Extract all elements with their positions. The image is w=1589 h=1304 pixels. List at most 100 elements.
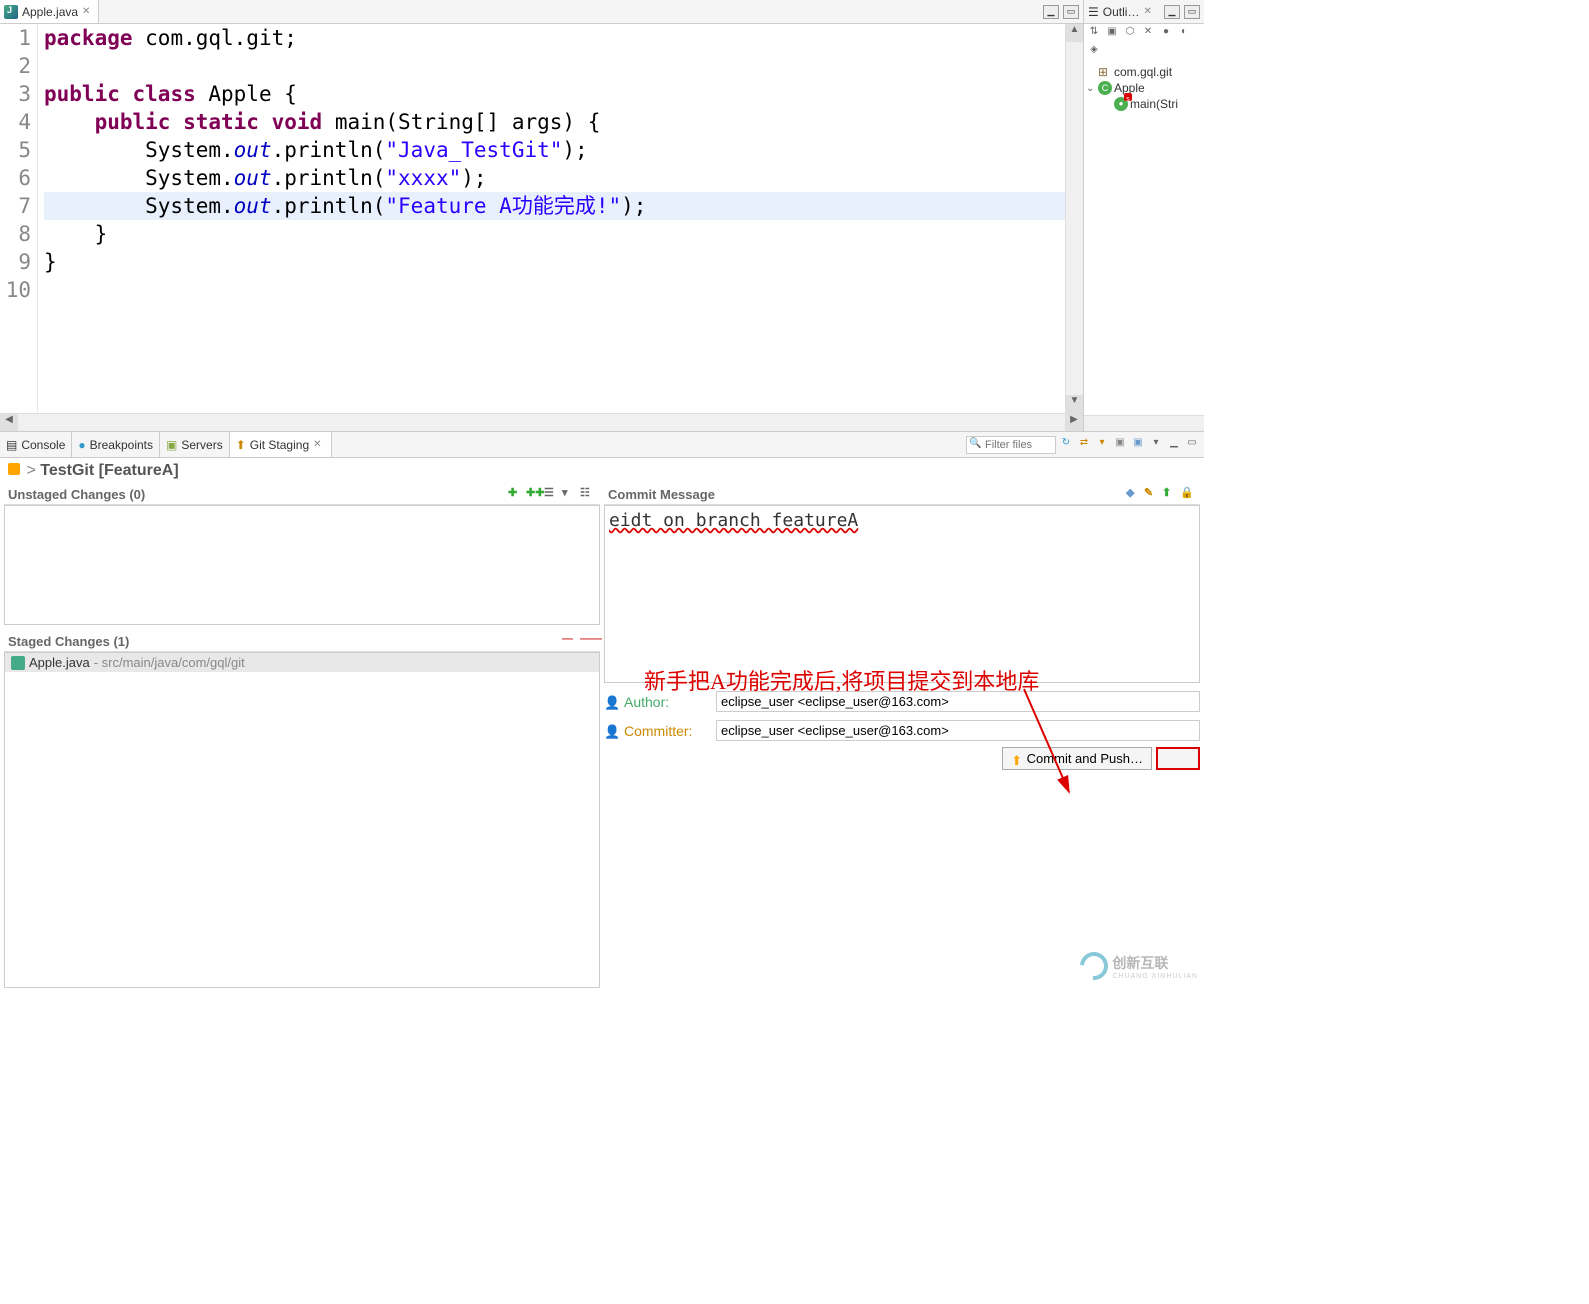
- minimize-icon[interactable]: ▁: [1166, 437, 1182, 453]
- breakpoints-icon: ●: [78, 438, 85, 452]
- outline-class[interactable]: ⌄ C Apple: [1086, 80, 1202, 96]
- minimize-button[interactable]: ▁: [1164, 5, 1180, 19]
- view-mode-icon[interactable]: ▣: [1112, 437, 1128, 453]
- view-mode2-icon[interactable]: ▣: [1130, 437, 1146, 453]
- outline-method[interactable]: ● main(Stri: [1086, 96, 1202, 112]
- chevron-icon: >: [26, 462, 35, 479]
- maximize-button[interactable]: ▭: [1063, 5, 1079, 19]
- signoff-icon[interactable]: ✎: [1144, 486, 1160, 502]
- tab-label: Breakpoints: [90, 438, 153, 452]
- scroll-left-icon[interactable]: ◀: [0, 414, 18, 431]
- line-gutter: 12345678910: [0, 24, 38, 413]
- tab-label: Servers: [181, 438, 222, 452]
- code-area[interactable]: 12345678910 package com.gql.git;public c…: [0, 24, 1083, 413]
- staged-file-row[interactable]: Apple.java - src/main/java/com/gql/git: [5, 653, 599, 672]
- editor-tab-apple[interactable]: Apple.java ✕: [0, 0, 99, 23]
- dropdown-icon[interactable]: ▾: [562, 486, 578, 502]
- author-label: Author:: [624, 694, 710, 710]
- commit-and-push-button[interactable]: ⬆ Commit and Push…: [1002, 747, 1152, 770]
- tab-label: Console: [21, 438, 65, 452]
- filter-icon[interactable]: ▣: [1104, 26, 1120, 42]
- scroll-right-icon[interactable]: ▶: [1065, 414, 1083, 431]
- console-icon: ▤: [6, 438, 17, 452]
- tab-title: Apple.java: [22, 5, 78, 19]
- unstaged-header: Unstaged Changes (0) ✚ ✚✚ ☰ ▾ ☷: [4, 484, 600, 505]
- scroll-up-icon[interactable]: ▲: [1066, 24, 1083, 42]
- vertical-scrollbar[interactable]: ▲ ▼: [1065, 24, 1083, 413]
- repo-name: TestGit: [40, 462, 94, 479]
- tab-breakpoints[interactable]: ● Breakpoints: [72, 432, 160, 457]
- committer-input[interactable]: [716, 720, 1200, 741]
- view-menu-icon[interactable]: ▾: [1148, 437, 1164, 453]
- method-icon: ●: [1114, 97, 1128, 111]
- outline-horizontal-scrollbar[interactable]: [1084, 415, 1204, 431]
- list-mode-icon[interactable]: ☰: [544, 486, 560, 502]
- staged-header: Staged Changes (1) — ——: [4, 631, 600, 652]
- outline-tree: ⊞ com.gql.git ⌄ C Apple ● main(Stri: [1084, 62, 1204, 114]
- scroll-down-icon[interactable]: ▼: [1066, 395, 1083, 413]
- staged-file-name: Apple.java: [29, 655, 90, 670]
- push-icon: ⬆: [1011, 753, 1023, 765]
- horizontal-scrollbar[interactable]: ◀ ▶: [0, 413, 1083, 431]
- outline-package[interactable]: ⊞ com.gql.git: [1086, 64, 1202, 80]
- close-icon[interactable]: ✕: [313, 439, 325, 451]
- commit-button-highlighted[interactable]: [1156, 747, 1200, 770]
- staged-title: Staged Changes (1): [8, 634, 129, 649]
- add-icon[interactable]: ✚: [508, 486, 524, 502]
- close-icon[interactable]: ✕: [1143, 6, 1155, 18]
- author-row: 👤 Author:: [604, 691, 1200, 712]
- lock-icon[interactable]: 🔒: [1180, 486, 1196, 502]
- class-icon: C: [1098, 81, 1112, 95]
- commit-msg-header: Commit Message ◆ ✎ ⬆ 🔒: [604, 484, 1200, 505]
- maximize-button[interactable]: ▭: [1184, 5, 1200, 19]
- author-icon: 👤: [604, 695, 618, 709]
- hide-local-icon[interactable]: ◈: [1086, 44, 1102, 60]
- tree-mode-icon[interactable]: ☷: [580, 486, 596, 502]
- unstaged-title: Unstaged Changes (0): [8, 487, 145, 502]
- editor-tab-bar: Apple.java ✕ ▁ ▭: [0, 0, 1083, 24]
- package-icon: ⊞: [1098, 65, 1112, 79]
- editor-window-controls: ▁ ▭: [1043, 5, 1083, 19]
- tab-git-staging[interactable]: ⬆ Git Staging ✕: [230, 432, 332, 457]
- git-repo-header: > TestGit [FeatureA]: [0, 458, 1204, 484]
- focus-icon[interactable]: ⬡: [1122, 26, 1138, 42]
- outline-pane: ☰ Outli… ✕ ▁ ▭ ⇅ ▣ ⬡ ✕ ● ◐ ◈ ⊞ com.gql.g…: [1084, 0, 1204, 431]
- minimize-button[interactable]: ▁: [1043, 5, 1059, 19]
- commit-message-input[interactable]: eidt on branch featureA: [604, 505, 1200, 683]
- outline-tab[interactable]: ☰ Outli… ✕ ▁ ▭: [1084, 0, 1204, 24]
- author-input[interactable]: [716, 691, 1200, 712]
- amend-icon[interactable]: ◆: [1126, 486, 1142, 502]
- hide-nonpublic-icon[interactable]: ◐: [1176, 26, 1192, 42]
- outline-title: Outli…: [1103, 5, 1140, 19]
- staged-file-path: - src/main/java/com/gql/git: [94, 655, 245, 670]
- unstaged-list[interactable]: [4, 505, 600, 625]
- refresh-icon[interactable]: ↻: [1058, 437, 1074, 453]
- method-name: main(Stri: [1130, 97, 1178, 111]
- committer-row: 👤 Committer:: [604, 720, 1200, 741]
- editor-pane: Apple.java ✕ ▁ ▭ 12345678910 package com…: [0, 0, 1084, 431]
- filter-area: ↻ ⇄ ▾ ▣ ▣ ▾ ▁ ▭: [966, 436, 1204, 454]
- expander-icon[interactable]: ⌄: [1086, 83, 1096, 94]
- remove-icon[interactable]: —: [562, 633, 578, 649]
- changeid-icon[interactable]: ⬆: [1162, 486, 1178, 502]
- tab-console[interactable]: ▤ Console: [0, 432, 72, 457]
- link-editor-icon[interactable]: ⇄: [1076, 437, 1092, 453]
- hide-static-icon[interactable]: ●: [1158, 26, 1174, 42]
- tab-label: Git Staging: [250, 438, 309, 452]
- commit-msg-title: Commit Message: [608, 487, 715, 502]
- repo-dropdown-icon[interactable]: ▾: [1094, 437, 1110, 453]
- outline-toolbar: ⇅ ▣ ⬡ ✕ ● ◐ ◈: [1084, 24, 1204, 62]
- staged-list[interactable]: Apple.java - src/main/java/com/gql/git: [4, 652, 600, 988]
- servers-icon: ▣: [166, 438, 177, 452]
- outline-icon: ☰: [1088, 5, 1099, 19]
- filter-input[interactable]: [966, 436, 1056, 454]
- add-all-icon[interactable]: ✚✚: [526, 486, 542, 502]
- close-icon[interactable]: ✕: [82, 6, 94, 18]
- hide-fields-icon[interactable]: ✕: [1140, 26, 1156, 42]
- remove-all-icon[interactable]: ——: [580, 633, 596, 649]
- maximize-icon[interactable]: ▭: [1184, 437, 1200, 453]
- sort-icon[interactable]: ⇅: [1086, 26, 1102, 42]
- java-file-icon: [4, 5, 18, 19]
- tab-servers[interactable]: ▣ Servers: [160, 432, 230, 457]
- code-content[interactable]: package com.gql.git;public class Apple {…: [38, 24, 1065, 413]
